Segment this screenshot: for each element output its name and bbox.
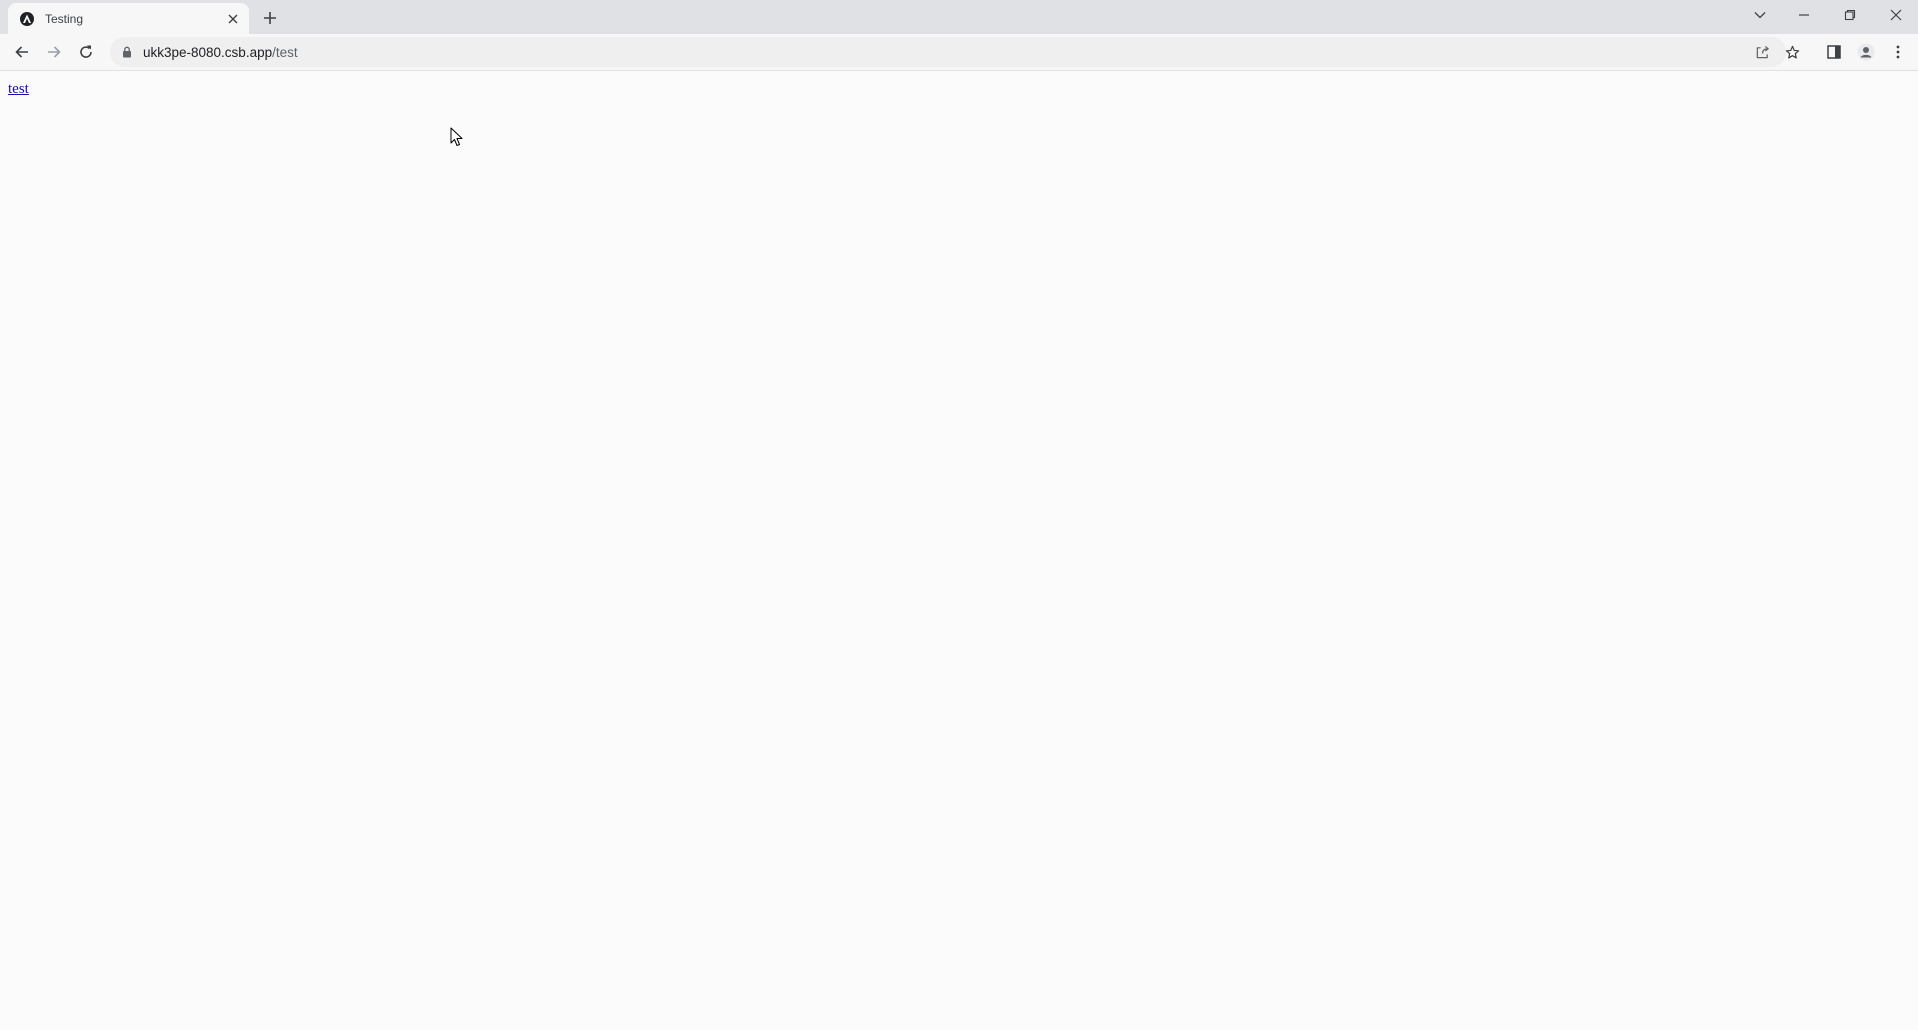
browser-tab-active[interactable]: Testing: [8, 3, 249, 34]
restore-button[interactable]: [1828, 0, 1872, 30]
close-window-button[interactable]: [1874, 0, 1918, 30]
tab-title: Testing: [45, 11, 84, 26]
share-icon[interactable]: [1748, 38, 1776, 66]
tab-search-button[interactable]: [1738, 0, 1782, 30]
profile-icon: [1857, 43, 1875, 61]
side-panel-icon: [1827, 45, 1841, 59]
minimize-icon: [1799, 14, 1809, 16]
minimize-button[interactable]: [1782, 0, 1826, 30]
forward-button[interactable]: [40, 38, 68, 66]
arrow-left-icon: [15, 46, 28, 58]
address-bar[interactable]: ukk3pe-8080.csb.app/test: [110, 37, 1799, 67]
kebab-menu-icon: [1896, 45, 1900, 59]
app-favicon-icon: [19, 11, 35, 27]
side-panel-button[interactable]: [1820, 38, 1848, 66]
profile-button[interactable]: [1852, 38, 1880, 66]
browser-toolbar: ukk3pe-8080.csb.app/test: [0, 34, 1918, 71]
reload-icon: [80, 45, 92, 58]
url-path: /test: [272, 44, 298, 60]
url-host: ukk3pe-8080.csb.app: [143, 44, 273, 60]
star-icon[interactable]: [1778, 38, 1806, 66]
back-button[interactable]: [8, 38, 36, 66]
reload-button[interactable]: [72, 38, 100, 66]
browser-window: Testing ukk3pe-8080.csb.app/test test: [0, 0, 1918, 1030]
arrow-right-icon: [48, 46, 61, 58]
new-tab-button[interactable]: [258, 6, 282, 30]
chevron-down-icon: [1754, 12, 1766, 19]
mouse-cursor-icon: [450, 127, 463, 146]
url-text[interactable]: ukk3pe-8080.csb.app/test: [143, 45, 298, 60]
test-link[interactable]: test: [8, 81, 29, 98]
tab-close-icon[interactable]: [223, 9, 243, 29]
tab-strip: Testing: [0, 0, 1918, 34]
lock-icon[interactable]: [119, 44, 135, 60]
restore-icon: [1844, 9, 1856, 21]
plus-icon: [264, 12, 276, 24]
close-icon: [1890, 9, 1902, 21]
menu-button[interactable]: [1884, 38, 1912, 66]
page-content: test: [0, 71, 1918, 1030]
